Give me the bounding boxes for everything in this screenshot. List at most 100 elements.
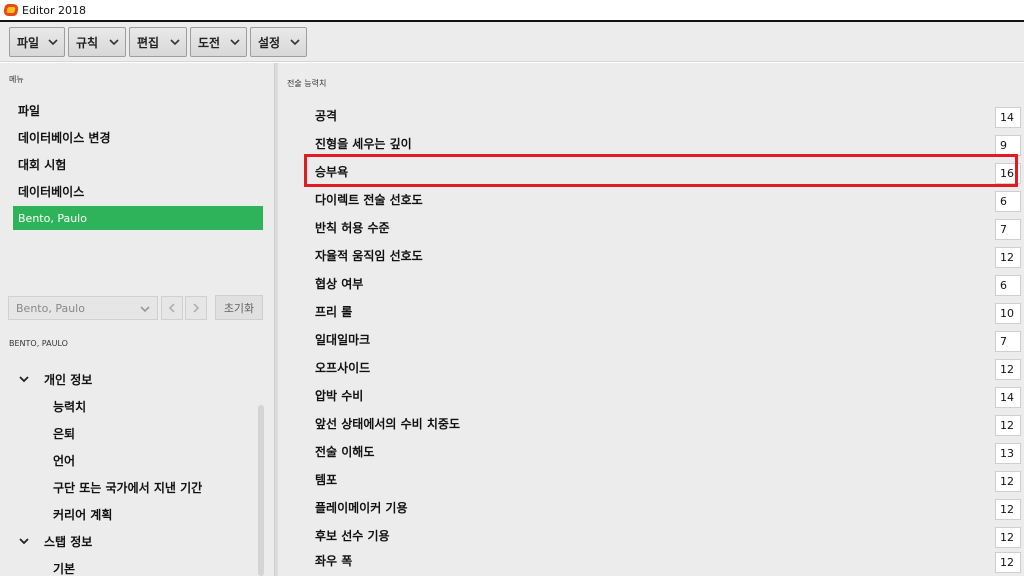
highlight-box [304, 154, 1018, 187]
menu-file-button[interactable]: 파일 [9, 27, 65, 57]
left-scrollbar[interactable] [258, 405, 264, 576]
attribute-row: 압박 수비 14 [315, 383, 1021, 411]
attribute-label: 좌우 폭 [315, 554, 353, 568]
person-select[interactable]: Bento, Paulo [8, 296, 158, 320]
attribute-row: 협상 여부 6 [315, 271, 1021, 299]
sidebar-item-change-database[interactable]: 데이터베이스 변경 [13, 125, 263, 149]
tree-item-basic[interactable]: 기본 [53, 558, 75, 576]
attribute-value-input[interactable]: 10 [995, 303, 1021, 324]
attribute-value-input[interactable]: 14 [995, 107, 1021, 128]
attribute-label: 다이렉트 전술 선호도 [315, 193, 423, 207]
attribute-value-input[interactable]: 14 [995, 387, 1021, 408]
attribute-label: 협상 여부 [315, 277, 364, 291]
attribute-label: 템포 [315, 473, 338, 487]
person-select-value: Bento, Paulo [16, 301, 85, 315]
attribute-label: 플레이메이커 기용 [315, 501, 408, 515]
attribute-label: 압박 수비 [315, 389, 364, 403]
attribute-row: 일대일마크 7 [315, 327, 1021, 355]
attribute-value-input[interactable]: 12 [995, 471, 1021, 492]
menu-settings-button[interactable]: 설정 [250, 27, 307, 57]
tactical-attributes-label: 전술 능력치 [287, 79, 327, 88]
reset-button[interactable]: 초기화 [215, 295, 263, 320]
app-logo-icon [2, 3, 20, 17]
chevron-down-icon [109, 39, 119, 46]
attribute-value-input[interactable]: 12 [995, 552, 1021, 573]
menu-file-label: 파일 [17, 35, 40, 50]
sidebar-item-label: Bento, Paulo [18, 211, 87, 225]
attribute-row: 템포 12 [315, 467, 1021, 495]
attribute-label: 일대일마크 [315, 333, 371, 347]
attribute-row: 반칙 허용 수준 7 [315, 215, 1021, 243]
attribute-value-input[interactable]: 13 [995, 443, 1021, 464]
next-button[interactable] [185, 296, 207, 320]
sidebar-item-label: 파일 [18, 103, 41, 118]
attribute-label: 오프사이드 [315, 361, 371, 375]
attribute-label: 반칙 허용 수준 [315, 221, 390, 235]
chevron-down-icon [290, 39, 300, 46]
tree-item-label: 기본 [53, 561, 76, 576]
attribute-row: 좌우 폭 12 [315, 548, 1021, 576]
chevron-right-icon [193, 303, 200, 313]
menu-challenge-label: 도전 [198, 35, 221, 50]
menu-rules-label: 규칙 [76, 35, 99, 50]
reset-button-label: 초기화 [223, 301, 255, 315]
tree-item-languages[interactable]: 언어 [53, 450, 75, 470]
menu-challenge-button[interactable]: 도전 [190, 27, 247, 57]
attribute-label: 공격 [315, 109, 338, 123]
window-title: Editor 2018 [22, 3, 87, 17]
attribute-value-input[interactable]: 7 [995, 331, 1021, 352]
attribute-label: 앞선 상태에서의 수비 치중도 [315, 417, 461, 431]
menu-rules-button[interactable]: 규칙 [68, 27, 126, 57]
attribute-row: 전술 이해도 13 [315, 439, 1021, 467]
sidebar-item-file[interactable]: 파일 [13, 98, 263, 122]
menu-edit-label: 편집 [137, 35, 160, 50]
attribute-value-input[interactable]: 7 [995, 219, 1021, 240]
attribute-label: 진형을 세우는 깊이 [315, 137, 412, 151]
menu-edit-button[interactable]: 편집 [129, 27, 187, 57]
chevron-down-icon [19, 538, 29, 545]
attribute-row: 다이렉트 전술 선호도 6 [315, 187, 1021, 215]
tree-item-personal-info[interactable]: 개인 정보 [18, 369, 92, 389]
sidebar-item-database[interactable]: 데이터베이스 [13, 179, 263, 203]
attribute-value-input[interactable]: 6 [995, 191, 1021, 212]
attribute-value-input[interactable]: 9 [995, 135, 1021, 156]
attribute-label: 프리 롤 [315, 305, 353, 319]
previous-button[interactable] [161, 296, 183, 320]
attribute-value-input[interactable]: 12 [995, 415, 1021, 436]
chevron-down-icon [140, 306, 150, 313]
tree-item-label: 언어 [53, 453, 76, 468]
tree-item-career-plan[interactable]: 커리어 계획 [53, 504, 112, 524]
title-bar: Editor 2018 [0, 0, 1024, 20]
chevron-down-icon [19, 376, 29, 383]
menu-toolbar: 파일 규칙 편집 도전 설정 [0, 22, 1024, 62]
attribute-row: 오프사이드 12 [315, 355, 1021, 383]
chevron-down-icon [48, 39, 58, 46]
attribute-row: 플레이메이커 기용 12 [315, 495, 1021, 523]
sidebar-item-label: 대회 시험 [18, 157, 67, 172]
sidebar-item-person[interactable]: Bento, Paulo [13, 206, 263, 230]
chevron-down-icon [230, 39, 240, 46]
attribute-value-input[interactable]: 6 [995, 275, 1021, 296]
attribute-label: 자율적 움직임 선호도 [315, 249, 423, 263]
tree-item-staff-info[interactable]: 스탭 정보 [18, 531, 92, 551]
tree-item-label: 커리어 계획 [53, 507, 113, 522]
sidebar-item-label: 데이터베이스 변경 [18, 130, 111, 145]
attribute-row: 앞선 상태에서의 수비 치중도 12 [315, 411, 1021, 439]
menu-section-label: 메뉴 [9, 75, 24, 84]
attribute-value-input[interactable]: 12 [995, 527, 1021, 548]
tree-item-label: 능력치 [53, 399, 87, 414]
tree-item-label: 스탭 정보 [44, 534, 93, 549]
tree-item-attributes[interactable]: 능력치 [53, 396, 86, 416]
chevron-down-icon [170, 39, 180, 46]
tree-item-retirement[interactable]: 은퇴 [53, 423, 75, 443]
sidebar-item-label: 데이터베이스 [18, 184, 85, 199]
attribute-label: 후보 선수 기용 [315, 529, 390, 543]
attribute-value-input[interactable]: 12 [995, 499, 1021, 520]
attribute-value-input[interactable]: 12 [995, 359, 1021, 380]
attribute-row: 프리 롤 10 [315, 299, 1021, 327]
chevron-left-icon [168, 303, 175, 313]
tree-item-time-at-club-nation[interactable]: 구단 또는 국가에서 지낸 기간 [53, 477, 202, 497]
tree-item-label: 개인 정보 [44, 372, 93, 387]
sidebar-item-competition-test[interactable]: 대회 시험 [13, 152, 263, 176]
attribute-value-input[interactable]: 12 [995, 247, 1021, 268]
